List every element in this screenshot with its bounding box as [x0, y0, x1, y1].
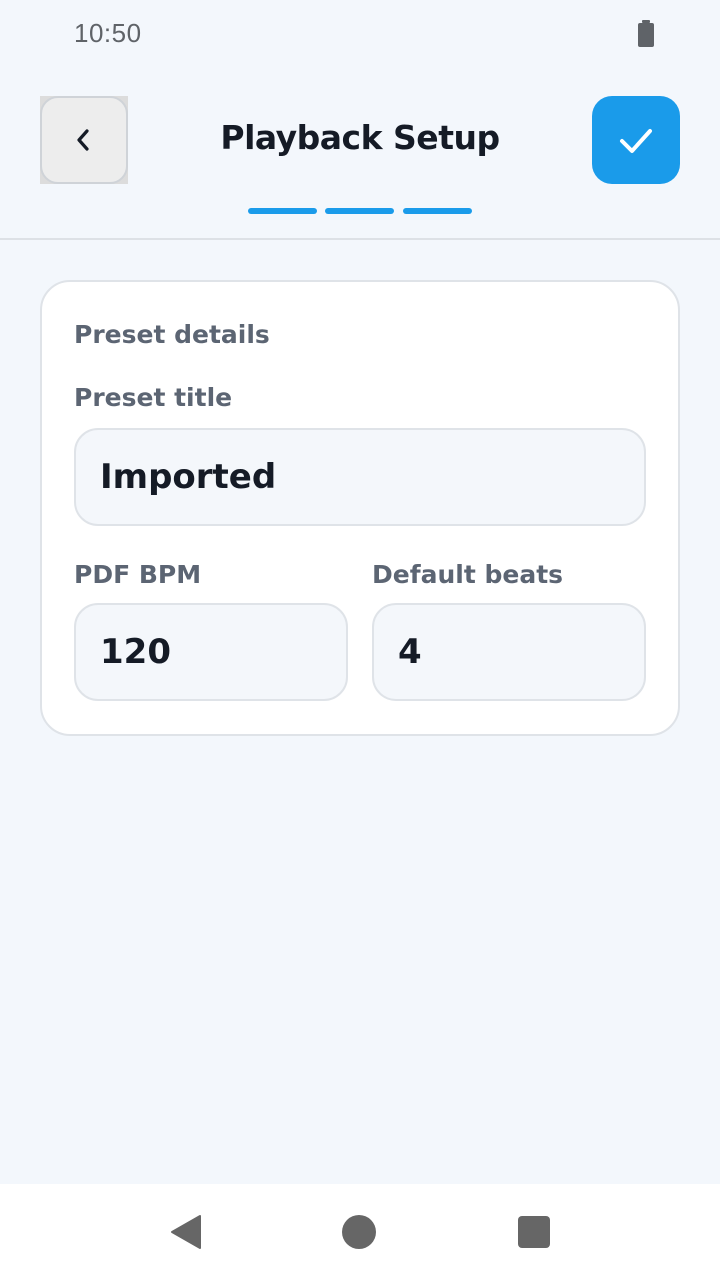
- bpm-label: PDF BPM: [74, 560, 202, 589]
- progress-step-3: [403, 208, 472, 214]
- page-title: Playback Setup: [220, 118, 500, 157]
- confirm-button[interactable]: [592, 96, 680, 184]
- check-icon: [620, 129, 652, 153]
- bpm-input[interactable]: 120: [74, 603, 348, 701]
- preset-details-card: Preset details Preset title Imported PDF…: [40, 280, 680, 736]
- nav-home-icon[interactable]: [342, 1215, 376, 1249]
- battery-icon: [638, 20, 654, 47]
- header: Playback Setup: [0, 68, 720, 238]
- back-button-surface[interactable]: [40, 96, 128, 184]
- status-bar: 10:50: [0, 0, 720, 68]
- section-title: Preset details: [74, 320, 270, 349]
- preset-title-input[interactable]: Imported: [74, 428, 646, 526]
- progress-step-2: [325, 208, 394, 214]
- default-beats-label: Default beats: [372, 560, 564, 589]
- chevron-left-icon: [77, 129, 89, 151]
- preset-title-value: Imported: [100, 457, 277, 497]
- default-beats-input[interactable]: 4: [372, 603, 646, 701]
- step-progress: [248, 208, 474, 214]
- nav-back-icon[interactable]: [168, 1214, 204, 1250]
- system-nav-bar: [0, 1184, 720, 1280]
- status-time: 10:50: [74, 18, 142, 48]
- nav-recents-icon[interactable]: [518, 1216, 550, 1248]
- bpm-value: 120: [100, 632, 171, 672]
- preset-title-label: Preset title: [74, 383, 233, 412]
- back-button[interactable]: [40, 96, 128, 184]
- default-beats-value: 4: [398, 632, 422, 672]
- progress-step-1: [248, 208, 317, 214]
- header-divider: [0, 238, 720, 240]
